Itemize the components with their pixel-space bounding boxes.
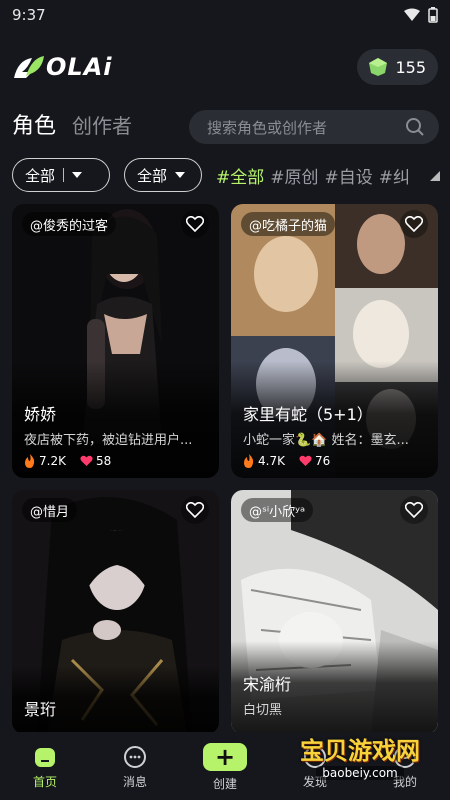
tab-creators[interactable]: 创作者 (72, 110, 132, 139)
card-info: 宋渝桁 白切黑 (231, 641, 438, 734)
tag-all[interactable]: #全部 (216, 163, 264, 188)
likes-count: 76 (314, 454, 331, 468)
plus-icon: + (203, 742, 247, 771)
status-icons (404, 7, 438, 23)
search-icon[interactable] (405, 117, 425, 137)
popularity-count: 7.2K (39, 454, 66, 468)
wifi-icon (404, 8, 420, 21)
card-title: 景珩 (24, 700, 57, 719)
tag-list: #全部 #原创 #自设 #纠 (216, 163, 410, 188)
character-card[interactable]: @吃橘子的猫 家里有蛇（5+1） 小蛇一家🐍🏠 姓名：墨玄... 4.7K 76 (231, 204, 438, 478)
card-description: 小蛇一家🐍🏠 姓名：墨玄... (243, 433, 409, 448)
heart-outline-icon (186, 502, 204, 518)
battery-icon (428, 7, 438, 23)
character-card[interactable]: @ˢⁱ小欣ʸᵃ 宋渝桁 白切黑 (231, 490, 438, 734)
filter-dropdown-1[interactable]: 全部 (12, 158, 110, 192)
popularity-count: 4.7K (258, 454, 285, 468)
tab-roles[interactable]: 角色 (12, 108, 56, 140)
nav-messages-label: 消息 (122, 774, 147, 789)
card-title: 宋渝桁 (243, 675, 292, 694)
favorite-button[interactable] (400, 496, 428, 524)
logo-leaf-icon (14, 56, 44, 78)
watermark-url: baobeiy.com (316, 766, 404, 780)
heart-filled-icon (80, 455, 93, 467)
watermark: 宝贝游戏网 baobeiy.com (300, 731, 420, 780)
likes-stat: 58 (80, 454, 111, 468)
home-icon (35, 747, 55, 767)
likes-count: 58 (95, 454, 112, 468)
card-description: 白切黑 (243, 703, 283, 718)
likes-stat: 76 (299, 454, 330, 468)
tag-custom[interactable]: #自设 (325, 163, 373, 188)
app-logo: OLAi (12, 53, 113, 81)
popularity-stat: 4.7K (243, 454, 285, 468)
heart-outline-icon (405, 216, 423, 232)
card-author[interactable]: @吃橘子的猫 (241, 212, 336, 236)
logo-text: OLAi (46, 53, 113, 81)
card-stats: 7.2K 58 (24, 454, 207, 468)
search-input[interactable]: 搜索角色或创作者 (189, 110, 439, 144)
nav-create[interactable]: + 创建 (190, 742, 260, 792)
nav-messages[interactable]: 消息 (100, 745, 170, 790)
card-info: 景珩 (12, 666, 219, 734)
card-title: 家里有蛇（5+1） (243, 405, 373, 424)
category-tabs: 角色 创作者 (12, 108, 132, 140)
watermark-text: 宝贝游戏网 (300, 737, 420, 765)
favorite-button[interactable] (400, 210, 428, 238)
status-time: 9:37 (12, 6, 46, 24)
card-title: 娇娇 (24, 405, 57, 424)
dropdown-1-label: 全部 (25, 166, 56, 185)
gem-icon (369, 58, 388, 76)
app-header: OLAi 155 (0, 44, 450, 90)
coin-balance[interactable]: 155 (357, 49, 438, 85)
coin-count: 155 (395, 57, 426, 77)
search-placeholder: 搜索角色或创作者 (207, 118, 328, 137)
favorite-button[interactable] (181, 210, 209, 238)
card-author[interactable]: @俊秀的过客 (22, 212, 117, 236)
caret-down-icon (72, 172, 83, 178)
caret-down-icon (175, 172, 186, 178)
favorite-button[interactable] (181, 496, 209, 524)
heart-outline-icon (186, 216, 204, 232)
fire-icon (244, 454, 254, 468)
card-info: 娇娇 夜店被下药，被迫钻进用户... 7.2K 58 (12, 361, 219, 478)
heart-outline-icon (405, 502, 423, 518)
character-card[interactable]: @惜月 景珩 (12, 490, 219, 734)
character-card[interactable]: @俊秀的过客 娇娇 夜店被下药，被迫钻进用户... 7.2K 58 (12, 204, 219, 478)
nav-home[interactable]: 首页 (10, 745, 80, 790)
filter-dropdown-2[interactable]: 全部 (124, 158, 202, 192)
filter-row: 全部 全部 #全部 #原创 #自设 #纠 (12, 158, 450, 192)
fire-icon (25, 454, 35, 468)
chat-bubble-icon (124, 745, 146, 768)
popularity-stat: 7.2K (24, 454, 66, 468)
status-bar: 9:37 (0, 0, 450, 30)
card-author[interactable]: @ˢⁱ小欣ʸᵃ (241, 498, 314, 522)
expand-tags-icon[interactable] (430, 171, 440, 181)
dropdown-divider (63, 168, 65, 182)
nav-create-label: 创建 (212, 776, 237, 791)
card-info: 家里有蛇（5+1） 小蛇一家🐍🏠 姓名：墨玄... 4.7K 76 (231, 361, 438, 478)
tag-more[interactable]: #纠 (379, 163, 410, 188)
dropdown-2-label: 全部 (137, 166, 168, 185)
nav-home-label: 首页 (32, 774, 57, 789)
heart-filled-icon (299, 455, 312, 467)
card-stats: 4.7K 76 (243, 454, 426, 468)
tag-original[interactable]: #原创 (270, 163, 318, 188)
card-description: 夜店被下药，被迫钻进用户... (24, 433, 193, 448)
card-author[interactable]: @惜月 (22, 498, 78, 522)
